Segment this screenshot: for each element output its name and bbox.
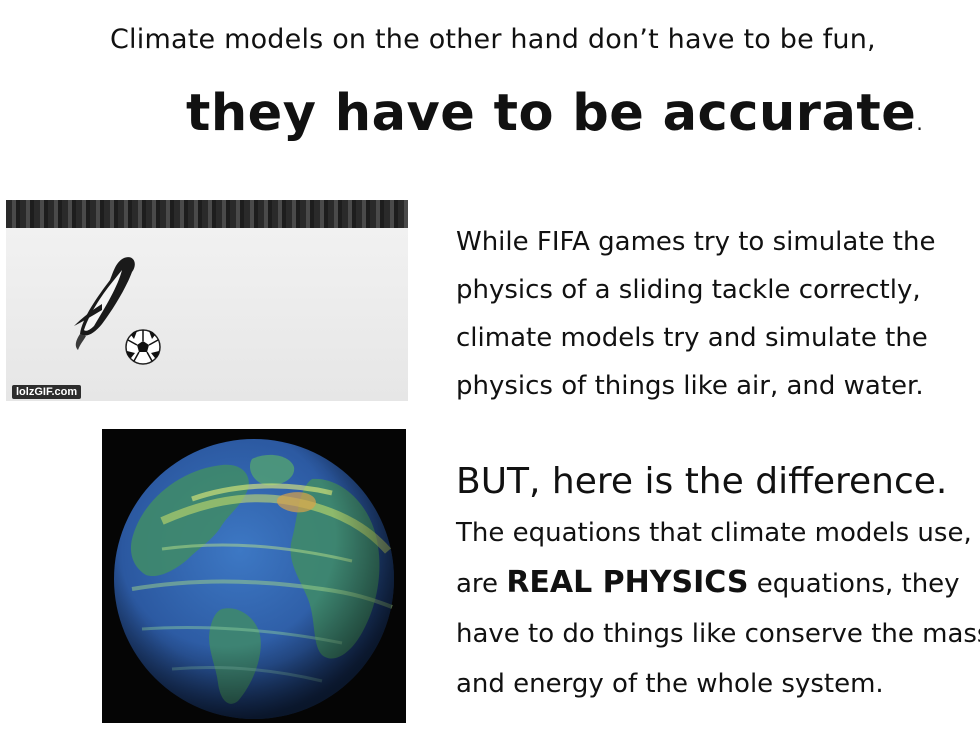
penguin-figure (74, 257, 161, 365)
paragraph-line: climate models try and simulate the (456, 323, 928, 353)
globe-shading (114, 439, 394, 719)
line-text: are (456, 569, 507, 599)
penguin-soccer-gif: lolzGIF.com (6, 200, 408, 401)
headline-period: . (916, 111, 924, 135)
paragraph-line: While FIFA games try to simulate the (456, 227, 936, 257)
headline-line-2: they have to be accurate. (186, 84, 923, 143)
headline-line-1: Climate models on the other hand don’t h… (110, 24, 876, 55)
paragraph-line: physics of things like air, and water. (456, 371, 924, 401)
difference-heading: BUT, here is the difference. (456, 461, 948, 502)
difference-paragraph: BUT, here is the difference. The equatio… (456, 456, 980, 709)
real-physics-emphasis: REAL PHYSICS (506, 565, 749, 600)
earth-wind-globe-image (102, 429, 406, 723)
line-text: equations, they (748, 569, 960, 599)
fifa-comparison-paragraph: While FIFA games try to simulate the phy… (456, 218, 956, 410)
paragraph-line: and energy of the whole system. (456, 669, 884, 699)
paragraph-line: physics of a sliding tackle correctly, (456, 275, 921, 305)
gif-watermark: lolzGIF.com (12, 385, 82, 399)
globe-illustration (114, 439, 394, 719)
paragraph-line: The equations that climate models use, (456, 518, 972, 548)
headline-emphasis: they have to be accurate (186, 84, 917, 143)
paragraph-line: have to do things like conserve the mass (456, 619, 980, 649)
soccer-ball (125, 329, 161, 365)
paragraph-line: are REAL PHYSICS equations, they (456, 558, 976, 609)
penguin-feet (75, 334, 86, 350)
